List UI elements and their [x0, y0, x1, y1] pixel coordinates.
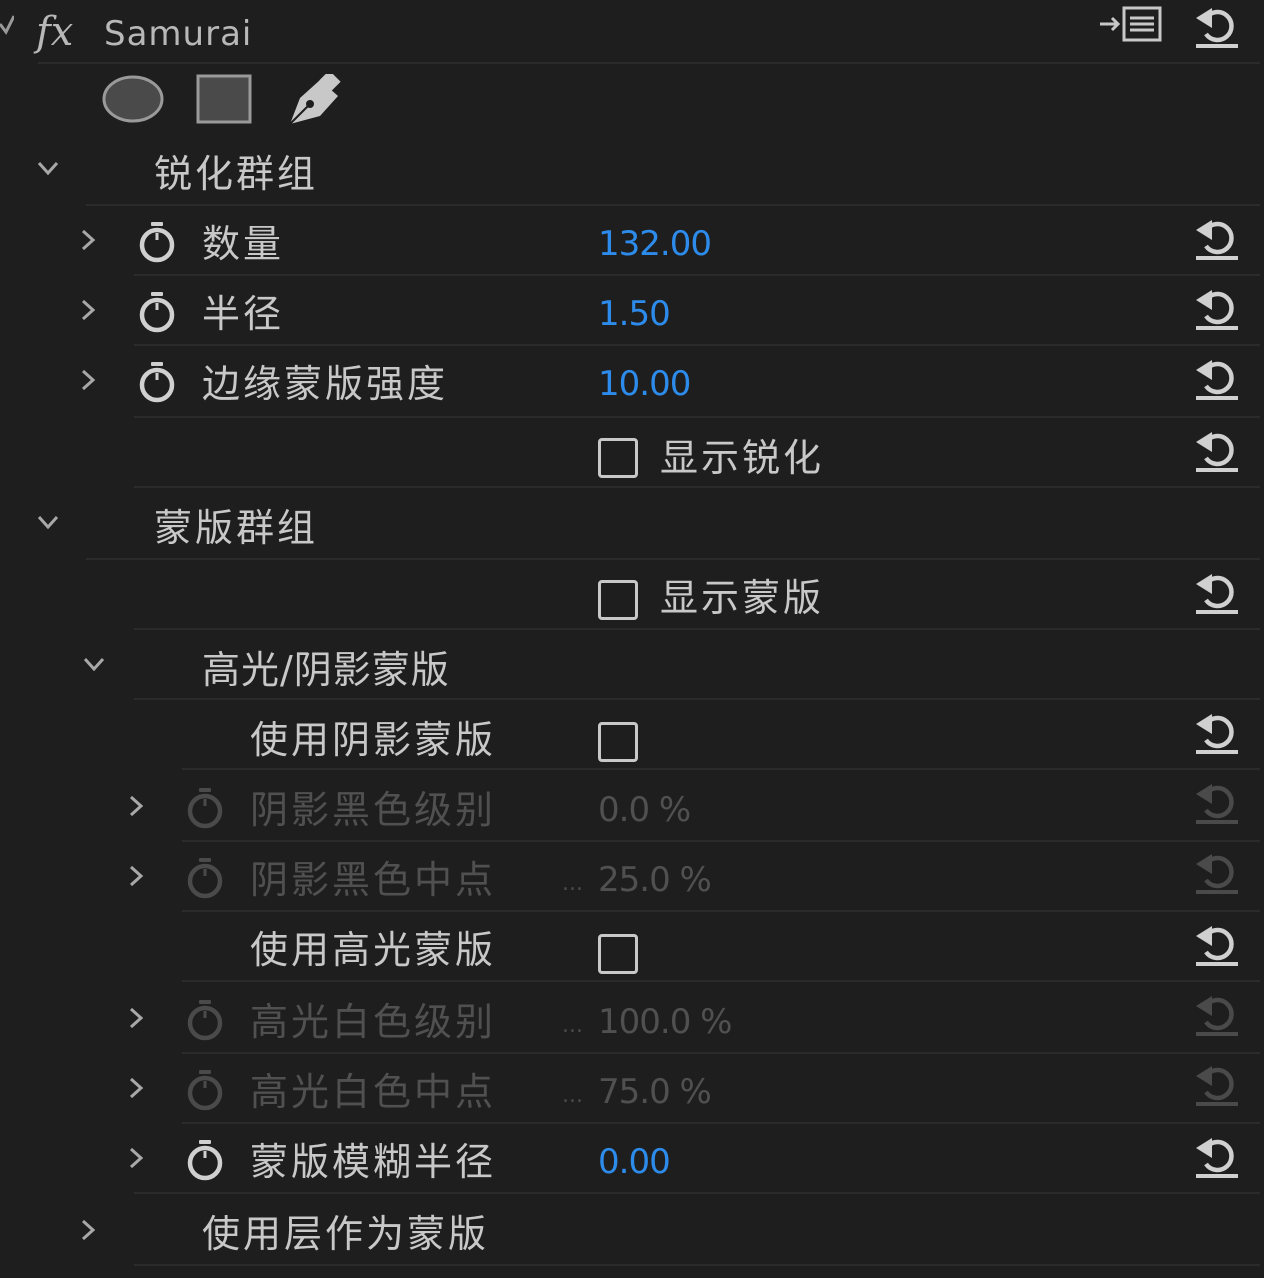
show-mask-label: 显示蒙版 [660, 576, 825, 620]
shadow-black-level-label: 阴影黑色级别 [250, 788, 497, 832]
fx-icon[interactable]: fx [36, 8, 73, 56]
show-mask-checkbox[interactable] [598, 580, 638, 620]
ellipse-mask-icon[interactable] [102, 74, 164, 124]
separator [86, 204, 1260, 206]
highlight-white-mid-reset-icon [1192, 1058, 1242, 1108]
separator [134, 1264, 1260, 1266]
edge-mask-reset-icon[interactable] [1192, 352, 1242, 402]
separator [182, 840, 1260, 842]
use-highlight-mask-checkbox[interactable] [598, 934, 638, 974]
separator [182, 910, 1260, 912]
shadow-black-level-chevron[interactable] [116, 786, 156, 826]
amount-label: 数量 [202, 222, 285, 266]
separator [182, 768, 1260, 770]
sharpen-group-label: 锐化群组 [154, 152, 319, 196]
shadow-black-mid-stopwatch-icon [184, 856, 226, 900]
mask-group-label: 蒙版群组 [154, 506, 319, 550]
separator [86, 558, 1260, 560]
show-sharpen-reset-icon[interactable] [1192, 424, 1242, 474]
separator [134, 344, 1260, 346]
amount-expand-chevron[interactable] [68, 220, 108, 260]
separator [134, 486, 1260, 488]
highlight-white-mid-ellipsis: ... [562, 1083, 583, 1108]
radius-expand-chevron[interactable] [68, 290, 108, 330]
show-sharpen-checkbox[interactable] [598, 438, 638, 478]
amount-value[interactable]: 132.00 [598, 222, 712, 266]
shadow-black-level-value: 0.0 % [598, 790, 691, 830]
rectangle-mask-icon[interactable] [196, 74, 252, 124]
use-highlight-mask-reset-icon[interactable] [1192, 918, 1242, 968]
highlight-white-level-label: 高光白色级别 [250, 1000, 497, 1044]
separator [182, 1052, 1260, 1054]
mask-blur-radius-label: 蒙版模糊半径 [250, 1140, 497, 1184]
edge-mask-stopwatch-icon[interactable] [136, 360, 178, 404]
edge-mask-expand-chevron[interactable] [68, 360, 108, 400]
edge-mask-value[interactable]: 10.00 [598, 362, 691, 406]
mask-blur-radius-chevron[interactable] [116, 1138, 156, 1178]
amount-stopwatch-icon[interactable] [136, 220, 178, 264]
shadow-black-mid-label: 阴影黑色中点 [250, 858, 497, 902]
amount-reset-icon[interactable] [1192, 212, 1242, 262]
highlight-white-level-value: 100.0 % [598, 1002, 732, 1042]
use-layer-mask-label: 使用层作为蒙版 [202, 1212, 490, 1256]
separator [134, 416, 1260, 418]
use-shadow-mask-checkbox[interactable] [598, 722, 638, 762]
radius-label: 半径 [202, 292, 285, 336]
highlight-white-mid-value: 75.0 % [598, 1072, 712, 1112]
shadow-black-mid-value: 25.0 % [598, 860, 712, 900]
highlight-shadow-chevron[interactable] [74, 644, 114, 684]
highlight-white-level-ellipsis: ... [562, 1013, 583, 1038]
separator [182, 980, 1260, 982]
effect-name: Samurai [104, 14, 253, 54]
mask-blur-radius-value[interactable]: 0.00 [598, 1140, 671, 1184]
use-shadow-mask-reset-icon[interactable] [1192, 706, 1242, 756]
shadow-black-level-stopwatch-icon [184, 786, 226, 830]
separator [134, 628, 1260, 630]
highlight-white-level-chevron[interactable] [116, 998, 156, 1038]
separator [134, 274, 1260, 276]
use-shadow-mask-label: 使用阴影蒙版 [250, 718, 497, 762]
pen-mask-icon[interactable] [286, 70, 344, 128]
separator [134, 698, 1260, 700]
use-highlight-mask-label: 使用高光蒙版 [250, 928, 497, 972]
radius-reset-icon[interactable] [1192, 282, 1242, 332]
show-sharpen-label: 显示锐化 [660, 436, 825, 480]
highlight-white-mid-label: 高光白色中点 [250, 1070, 497, 1114]
highlight-white-level-reset-icon [1192, 988, 1242, 1038]
separator [38, 62, 1260, 64]
separator [134, 1192, 1260, 1194]
show-mask-reset-icon[interactable] [1192, 566, 1242, 616]
use-layer-mask-chevron[interactable] [68, 1210, 108, 1250]
highlight-white-level-stopwatch-icon [184, 998, 226, 1042]
highlight-shadow-label: 高光/阴影蒙版 [202, 648, 450, 692]
collapse-effect-chevron[interactable] [0, 10, 16, 40]
effect-reset-icon[interactable] [1192, 0, 1242, 50]
mask-group-chevron[interactable] [28, 502, 68, 542]
radius-value[interactable]: 1.50 [598, 292, 671, 336]
shadow-black-level-reset-icon [1192, 776, 1242, 826]
sharpen-group-chevron[interactable] [28, 148, 68, 188]
shadow-black-mid-reset-icon [1192, 846, 1242, 896]
radius-stopwatch-icon[interactable] [136, 290, 178, 334]
export-list-icon[interactable] [1098, 4, 1164, 44]
shadow-black-mid-chevron[interactable] [116, 856, 156, 896]
edge-mask-label: 边缘蒙版强度 [202, 362, 449, 406]
highlight-white-mid-stopwatch-icon [184, 1068, 226, 1112]
mask-blur-radius-stopwatch-icon[interactable] [184, 1138, 226, 1182]
separator [182, 1122, 1260, 1124]
shadow-black-mid-ellipsis: ... [562, 871, 583, 896]
highlight-white-mid-chevron[interactable] [116, 1068, 156, 1108]
mask-blur-radius-reset-icon[interactable] [1192, 1130, 1242, 1180]
